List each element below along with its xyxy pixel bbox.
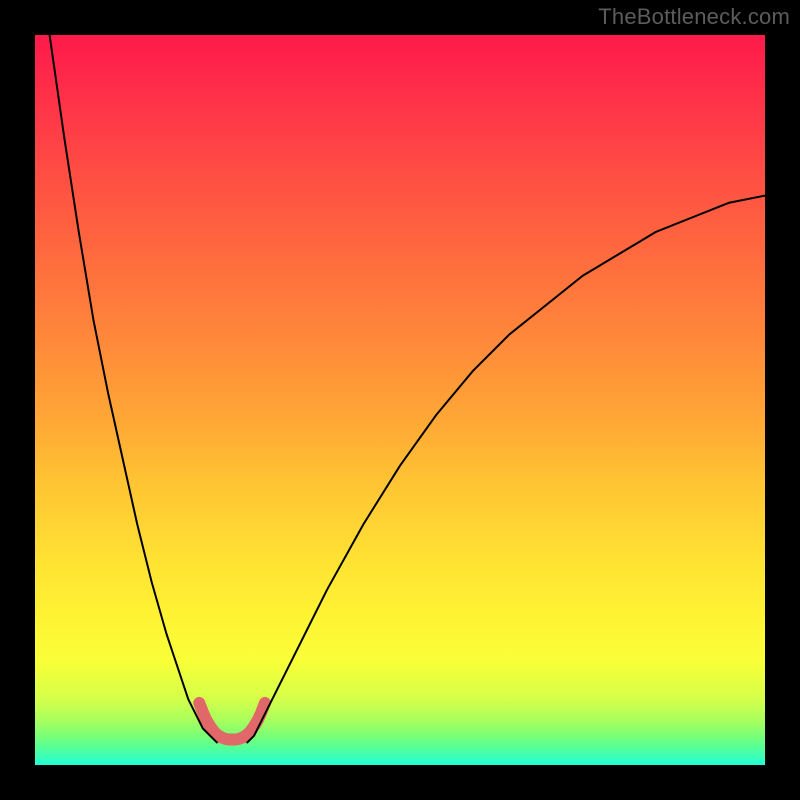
watermark-text: TheBottleneck.com: [598, 4, 790, 30]
curve-layer: [35, 35, 765, 765]
chart-frame: TheBottleneck.com: [0, 0, 800, 800]
right-branch-path: [247, 196, 765, 744]
left-branch-path: [50, 35, 218, 743]
plot-area: [35, 35, 765, 765]
